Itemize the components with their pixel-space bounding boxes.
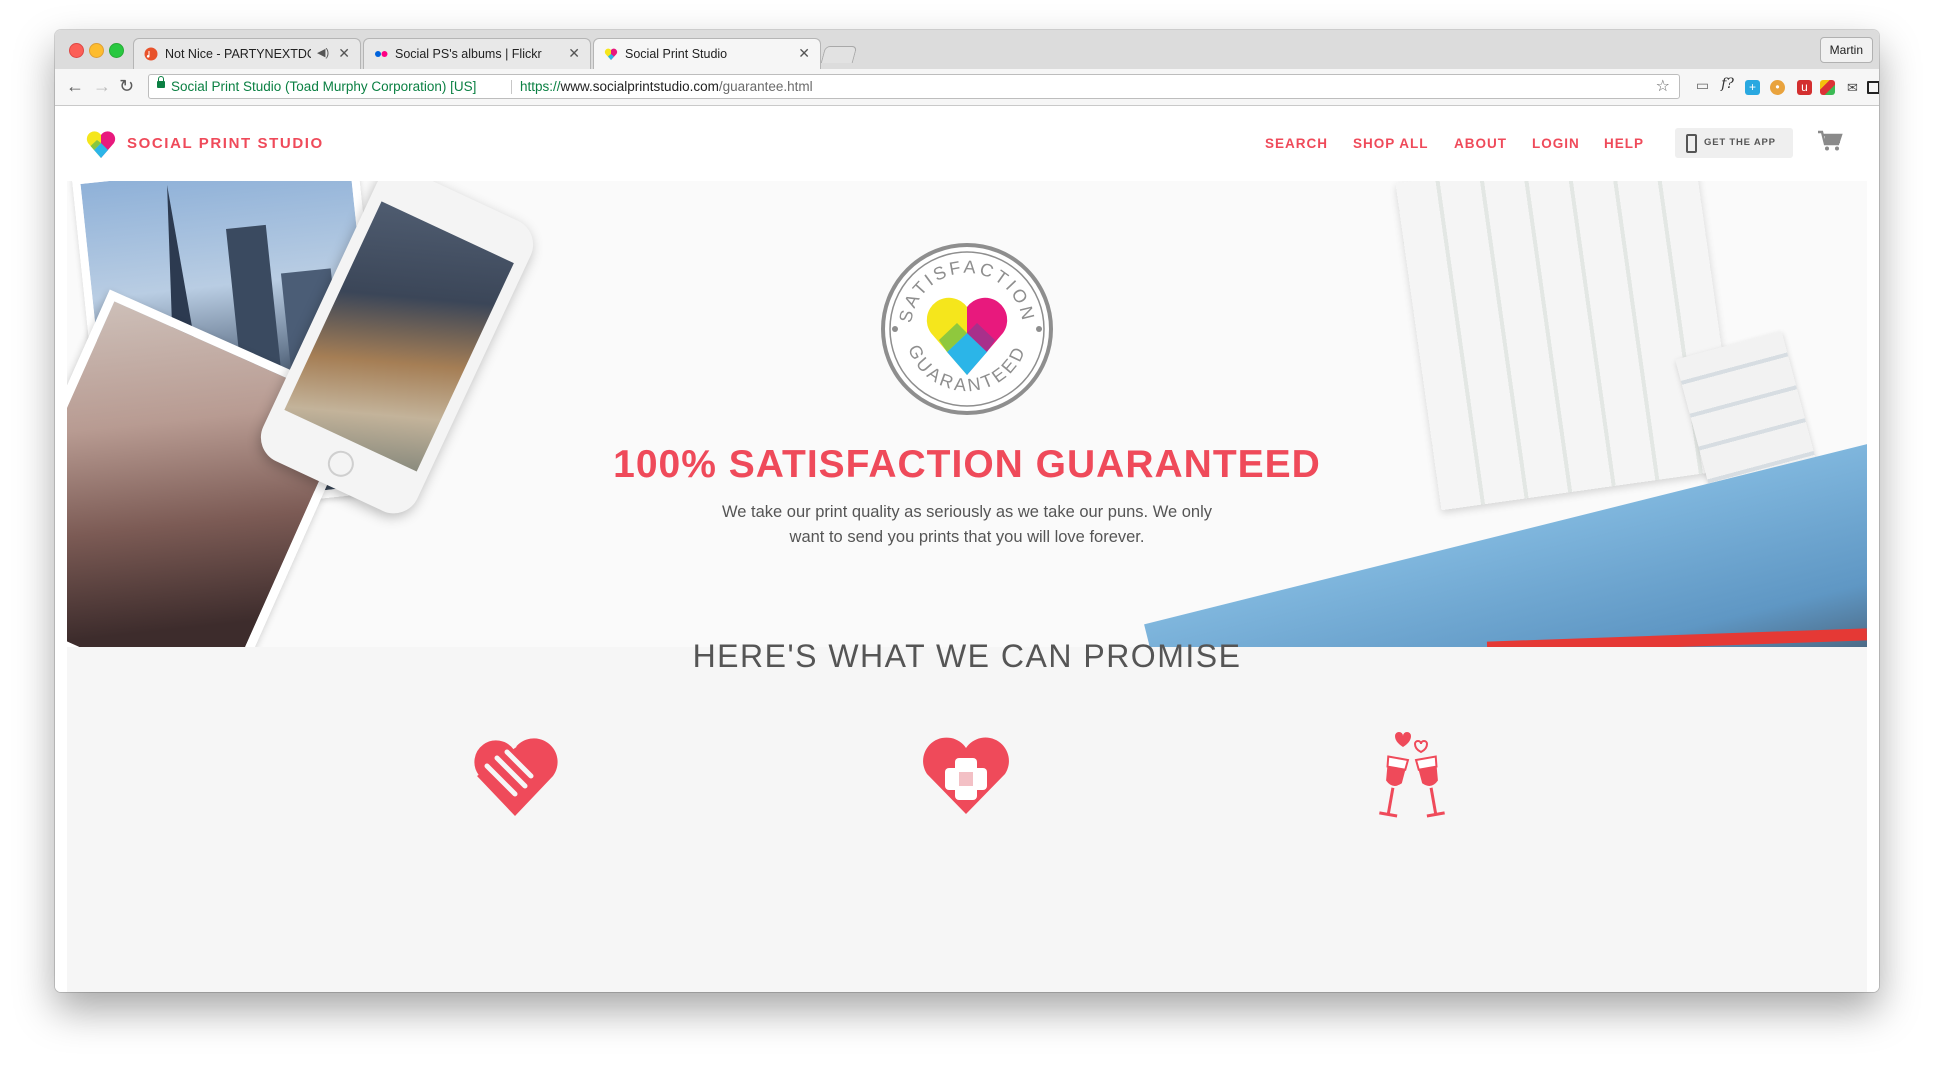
- tab-youtube[interactable]: Not Nice - PARTYNEXTDOOR ◀) ✕: [133, 38, 361, 69]
- phone-icon: [1686, 134, 1697, 153]
- close-window-button[interactable]: [69, 43, 84, 58]
- heart-bandage-icon: [923, 737, 1009, 814]
- bookmark-star-icon[interactable]: ☆: [1656, 75, 1670, 98]
- pinwheel-extension-icon[interactable]: [1820, 80, 1835, 95]
- promise-section: [67, 647, 1867, 992]
- browser-window: Not Nice - PARTYNEXTDOOR ◀) ✕ Social PS'…: [55, 30, 1879, 992]
- profile-button[interactable]: Martin: [1819, 37, 1873, 63]
- address-divider: [511, 80, 512, 94]
- satisfaction-badge-icon: SATISFACTION GUARANTEED: [881, 243, 1053, 415]
- brand-name: SOCIAL PRINT STUDIO: [127, 135, 324, 152]
- get-the-app-label: GET THE APP: [1704, 137, 1776, 148]
- wine-toast-icon: [1379, 732, 1445, 818]
- hero-banner: SATISFACTION GUARANTEED 100% SATISFACTIO…: [67, 181, 1867, 647]
- tab-title: Not Nice - PARTYNEXTDOOR: [165, 47, 311, 61]
- nav-shop-all[interactable]: SHOP ALL: [1353, 136, 1429, 151]
- promise-title: HERE'S WHAT WE CAN PROMISE: [692, 638, 1242, 674]
- ev-certificate-label[interactable]: Social Print Studio (Toad Murphy Corpora…: [171, 75, 476, 98]
- close-tab-icon[interactable]: ✕: [568, 45, 580, 62]
- url-scheme: https://: [520, 79, 561, 94]
- new-tab-button[interactable]: [820, 46, 858, 63]
- web-page: SOCIAL PRINT STUDIO SEARCH SHOP ALL ABOU…: [55, 106, 1879, 992]
- nav-search[interactable]: SEARCH: [1265, 136, 1328, 151]
- cast-icon[interactable]: ▭: [1695, 78, 1710, 93]
- back-arrow-icon[interactable]: ←: [66, 76, 84, 96]
- tab-title: Social Print Studio: [625, 47, 728, 61]
- zoom-window-button[interactable]: [109, 43, 124, 58]
- window-extension-icon[interactable]: [1867, 81, 1879, 94]
- nav-login[interactable]: LOGIN: [1532, 136, 1580, 151]
- close-tab-icon[interactable]: ✕: [338, 45, 350, 62]
- nav-about[interactable]: ABOUT: [1454, 136, 1507, 151]
- close-tab-icon[interactable]: ✕: [798, 45, 810, 62]
- url-path: /guarantee.html: [718, 79, 813, 94]
- speaker-icon[interactable]: ◀): [317, 46, 329, 59]
- minimize-window-button[interactable]: [89, 43, 104, 58]
- url-host: www.socialprintstudio.com: [560, 79, 719, 94]
- forward-arrow-icon[interactable]: →: [93, 76, 111, 96]
- hero-subline: We take our print quality as seriously a…: [721, 503, 1213, 546]
- formula-extension-icon[interactable]: f?: [1720, 77, 1735, 92]
- reload-icon[interactable]: ↻: [119, 76, 134, 96]
- url-text[interactable]: https://www.socialprintstudio.com/guaran…: [520, 75, 813, 98]
- get-the-app-button[interactable]: GET THE APP: [1675, 128, 1793, 158]
- envelope-extension-icon[interactable]: ✉: [1845, 80, 1860, 95]
- social-print-studio-favicon-icon: [604, 48, 618, 60]
- shield-extension-icon[interactable]: u: [1797, 80, 1812, 95]
- youtube-favicon-icon: [144, 47, 158, 61]
- hero-headline: 100% SATISFACTION GUARANTEED: [613, 443, 1321, 486]
- tab-social-print-studio[interactable]: Social Print Studio ✕: [593, 38, 821, 70]
- tab-flickr[interactable]: Social PS's albums | Flickr ✕: [363, 38, 591, 69]
- tab-strip: Not Nice - PARTYNEXTDOOR ◀) ✕ Social PS'…: [55, 30, 1879, 70]
- plus-extension-icon[interactable]: +: [1745, 80, 1760, 95]
- cart-icon[interactable]: [1817, 130, 1843, 152]
- nav-help[interactable]: HELP: [1604, 136, 1644, 151]
- browser-toolbar: ← → ↻ Social Print Studio (Toad Murphy C…: [55, 69, 1879, 106]
- flickr-favicon-icon: [375, 51, 388, 57]
- lock-icon: [157, 76, 165, 88]
- face-extension-icon[interactable]: •: [1770, 80, 1785, 95]
- heart-handshake-icon: [470, 736, 558, 816]
- tab-title: Social PS's albums | Flickr: [395, 47, 542, 61]
- address-bar[interactable]: Social Print Studio (Toad Murphy Corpora…: [148, 74, 1680, 99]
- brand-logo-icon: [86, 131, 116, 158]
